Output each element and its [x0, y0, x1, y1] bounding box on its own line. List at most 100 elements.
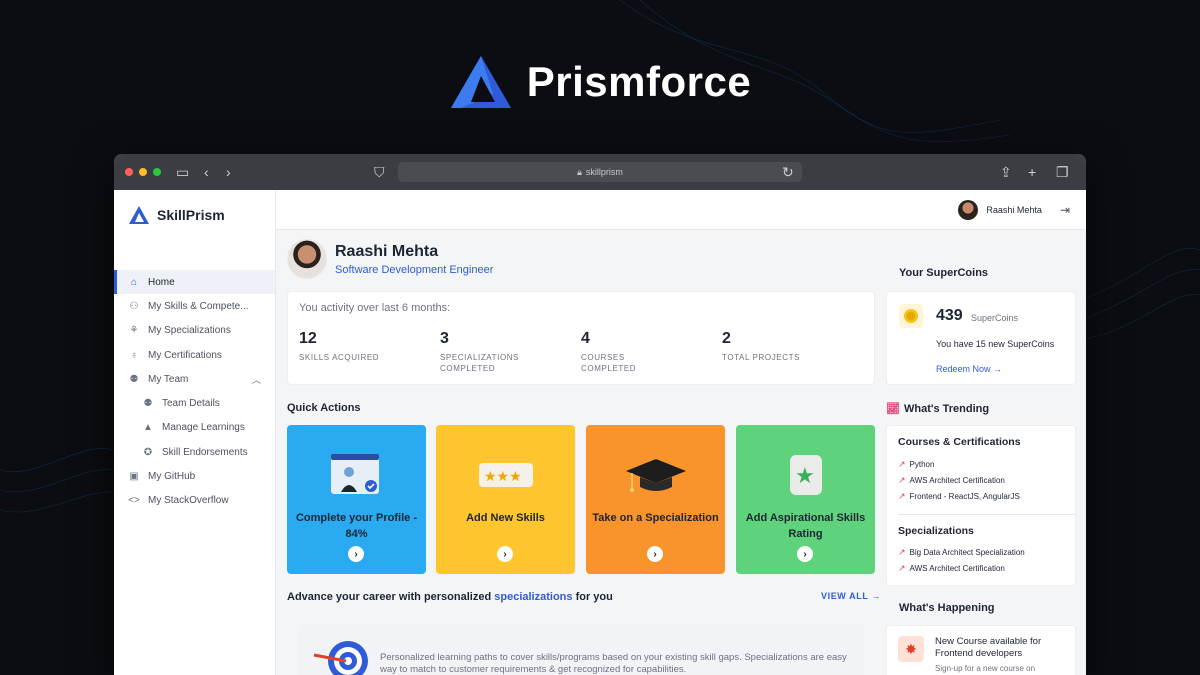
happening-card: ✸ New Course available for Frontend deve…	[886, 625, 1076, 675]
maximize-window-button[interactable]	[153, 168, 161, 176]
quick-action-aspirational-skills[interactable]: ★ Add Aspirational Skills Rating ›	[736, 425, 875, 574]
trending-item[interactable]: ↗ Big Data Architect Specialization	[898, 547, 1025, 558]
graduation-cap-icon	[624, 445, 688, 505]
trend-up-icon: ↗	[898, 563, 906, 573]
sidebar-item-specializations[interactable]: ⚘ My Specializations	[114, 319, 275, 343]
sidebar-item-skill-endorsements[interactable]: ✪ Skill Endorsements	[114, 440, 275, 464]
supercoins-card: 439 SuperCoins You have 15 new SuperCoin…	[886, 291, 1076, 385]
shield-icon[interactable]: ⛉	[374, 164, 385, 181]
quick-action-label: Add New Skills	[466, 512, 545, 524]
sidebar-item-label: Manage Learnings	[162, 422, 245, 434]
chevron-right-icon[interactable]: ›	[348, 546, 364, 562]
trending-item[interactable]: ↗ Frontend - ReactJS, AngularJS	[898, 491, 1020, 502]
coin-icon	[899, 304, 923, 328]
supercoins-message: You have 15 new SuperCoins	[936, 339, 1055, 349]
trending-title: 📈︎ What's Trending	[886, 402, 989, 416]
specialization-description: Personalized learning paths to cover ski…	[380, 652, 847, 675]
sidebar-item-certifications[interactable]: ♁ My Certifications	[114, 343, 275, 367]
trending-item-label: AWS Architect Certification	[909, 476, 1005, 485]
stat-value: 12	[299, 330, 317, 347]
svg-text:★★★: ★★★	[484, 469, 522, 485]
quick-action-complete-profile[interactable]: Complete your Profile - 84% ›	[287, 425, 426, 574]
avatar[interactable]	[958, 199, 979, 220]
trending-item-label: Frontend - ReactJS, AngularJS	[909, 492, 1020, 501]
svg-text:★: ★	[795, 464, 815, 489]
lock-icon: 🔒︎	[577, 166, 582, 177]
sidebar-item-stackoverflow[interactable]: <> My StackOverflow	[114, 489, 275, 513]
view-all-link[interactable]: VIEW ALL →	[821, 591, 881, 601]
courses-title: Courses & Certifications	[898, 436, 1021, 448]
window-controls	[125, 168, 161, 176]
sidebar-item-home[interactable]: ⌂ Home	[114, 270, 275, 295]
specializations-link[interactable]: specializations	[494, 591, 572, 603]
sidebar-toggle-icon[interactable]: ▭	[176, 164, 189, 181]
career-title-suffix: for you	[572, 591, 613, 603]
stars-icon: ★★★	[476, 445, 536, 505]
tab-overview-icon[interactable]: ❐	[1056, 164, 1069, 181]
quick-actions-title: Quick Actions	[287, 402, 361, 414]
happening-title: What's Happening	[899, 602, 995, 614]
logout-icon[interactable]: ⇥	[1060, 203, 1070, 217]
specializations-title: Specializations	[898, 525, 974, 537]
trend-up-icon: ↗	[898, 491, 906, 501]
forward-icon[interactable]: ›	[226, 164, 231, 180]
sidebar-item-label: My Specializations	[148, 325, 231, 337]
quick-action-label: Add Aspirational Skills Rating	[745, 512, 866, 540]
trending-item[interactable]: ↗ AWS Architect Certification	[898, 563, 1005, 574]
career-title-prefix: Advance your career with personalized	[287, 591, 495, 603]
app-root: SkillPrism ⌂ Home ⚇ My Skills & Compete.…	[114, 190, 1086, 675]
profile-header: Raashi Mehta Software Development Engine…	[287, 239, 493, 279]
sidebar: SkillPrism ⌂ Home ⚇ My Skills & Compete.…	[114, 190, 276, 675]
browser-window: ▭ ‹ › ⛉ 🔒︎ skillprism ↻ ⇪ + ❐ SkillPrism…	[114, 154, 1086, 675]
star-badge-icon: ★	[784, 445, 828, 505]
stat-label: SKILLS ACQUIRED	[299, 353, 380, 362]
sidebar-item-team[interactable]: ⚉ My Team ︿	[114, 367, 275, 391]
redeem-label: Redeem Now	[936, 364, 991, 374]
chevron-right-icon[interactable]: ›	[497, 546, 513, 562]
quick-action-label: Take on a Specialization	[592, 512, 719, 524]
user-name[interactable]: Raashi Mehta	[986, 205, 1042, 215]
trending-chart-icon: 📈︎	[886, 403, 900, 415]
main-area: Raashi Mehta ⇥ Raashi Mehta Software Dev…	[276, 190, 1086, 675]
trend-up-icon: ↗	[898, 547, 906, 557]
sidebar-item-label: My GitHub	[148, 471, 196, 483]
activity-stats: 12 SKILLS ACQUIRED 3 SPECIALIZATIONS COM…	[299, 330, 863, 374]
trending-card: Courses & Certifications ↗ Python ↗ AWS Ar…	[886, 425, 1076, 586]
new-tab-icon[interactable]: +	[1028, 164, 1036, 180]
close-window-button[interactable]	[125, 168, 133, 176]
happening-item-title[interactable]: New Course available for Frontend develo…	[935, 636, 1065, 660]
profile-name: Raashi Mehta	[335, 242, 439, 260]
back-icon[interactable]: ‹	[204, 164, 209, 180]
badge-check-icon: ✪	[143, 446, 153, 458]
quick-action-label: Complete your Profile - 84%	[295, 512, 418, 540]
brand-name: Prismforce	[526, 58, 752, 105]
sidebar-item-label: Skill Endorsements	[162, 446, 248, 458]
chevron-up-icon[interactable]: ︿	[252, 373, 261, 386]
happening-item-subtitle: Sign-up for a new course on	[935, 664, 1036, 673]
profile-card-icon	[329, 445, 385, 505]
app-logo[interactable]: SkillPrism	[114, 190, 275, 230]
specialization-banner: Personalized learning paths to cover ski…	[298, 625, 864, 675]
sidebar-item-manage-learnings[interactable]: ▲ Manage Learnings	[114, 416, 275, 440]
activity-card: You activity over last 6 months: 12 SKIL…	[287, 291, 875, 385]
quick-action-add-skills[interactable]: ★★★ Add New Skills ›	[436, 425, 575, 574]
trending-item[interactable]: ↗ AWS Architect Certification	[898, 475, 1005, 486]
redeem-now-link[interactable]: Redeem Now →	[936, 364, 1002, 374]
share-icon[interactable]: ⇪	[1000, 164, 1012, 181]
sidebar-item-github[interactable]: ▣ My GitHub	[114, 464, 275, 488]
chevron-right-icon[interactable]: ›	[797, 546, 813, 562]
brand-header: Prismforce	[0, 54, 1200, 110]
top-bar: Raashi Mehta ⇥	[276, 190, 1086, 230]
trending-item[interactable]: ↗ Python	[898, 459, 934, 470]
sidebar-item-skills[interactable]: ⚇ My Skills & Compete...	[114, 294, 275, 318]
chevron-right-icon[interactable]: ›	[647, 546, 663, 562]
quick-action-specialization[interactable]: Take on a Specialization ›	[586, 425, 725, 574]
stat-value: 4	[581, 330, 590, 347]
reload-icon[interactable]: ↻	[782, 164, 794, 181]
stat-value: 3	[440, 330, 449, 347]
stat-specializations: 3 SPECIALIZATIONS COMPLETED	[440, 330, 581, 374]
minimize-window-button[interactable]	[139, 168, 147, 176]
sidebar-item-team-details[interactable]: ⚉ Team Details	[114, 391, 275, 415]
address-bar[interactable]: 🔒︎ skillprism	[398, 162, 802, 182]
home-icon: ⌂	[130, 276, 138, 288]
